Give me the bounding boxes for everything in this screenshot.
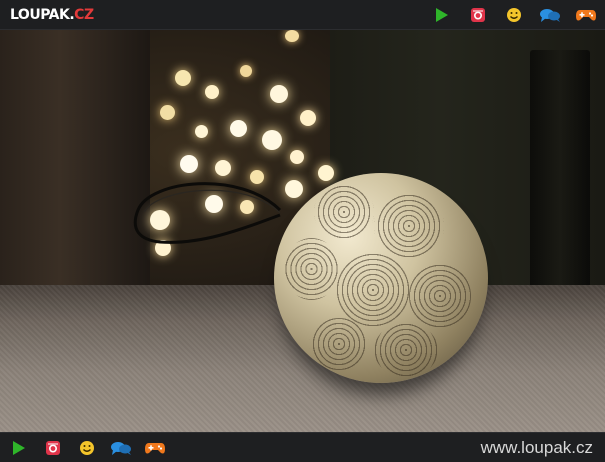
bokeh-light [262,130,282,150]
logo-text: LOUPAK. [10,7,75,23]
play-icon[interactable] [8,438,30,458]
instagram-icon[interactable] [467,5,489,25]
bokeh-light [270,85,288,103]
smiley-icon[interactable] [503,5,525,25]
bottom-bar: www.loupak.cz [0,432,605,462]
bokeh-light [230,120,247,137]
paper-rose-ornament [274,173,488,383]
bokeh-light [175,70,191,86]
bokeh-light [240,65,252,77]
site-url[interactable]: www.loupak.cz [481,438,593,458]
paper-rose [309,318,369,370]
logo-tld: CZ [74,7,94,23]
paper-rose [374,193,444,259]
top-social-icons [431,5,597,25]
photo-christmas-paper-ornament [0,30,605,432]
bottom-social-icons [8,437,166,459]
chat-icon[interactable] [110,438,132,458]
paper-rose [284,238,339,300]
top-bar: LOUPAK.CZ [0,0,605,30]
chat-icon[interactable] [539,5,561,25]
gamepad-icon[interactable] [575,5,597,25]
paper-rose [334,253,412,327]
site-logo[interactable]: LOUPAK.CZ [10,6,94,24]
instagram-icon[interactable] [42,438,64,458]
paper-rose [314,183,374,241]
background-curtain [0,30,150,300]
play-icon[interactable] [431,5,453,25]
paper-rose [374,323,438,377]
bokeh-light [285,30,299,42]
smiley-icon[interactable] [76,438,98,458]
bokeh-light [195,125,208,138]
gamepad-icon[interactable] [144,438,166,458]
bokeh-light [205,85,219,99]
bokeh-light [290,150,304,164]
paper-rose [409,263,471,329]
bokeh-light [160,105,175,120]
bokeh-light [300,110,316,126]
